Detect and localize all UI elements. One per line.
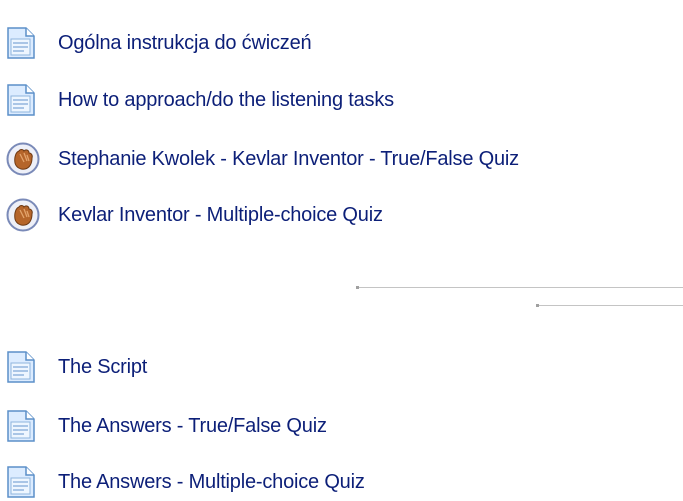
activity-answers-true-false[interactable]: The Answers - True/False Quiz — [6, 406, 327, 446]
activity-link[interactable]: The Script — [58, 356, 147, 379]
activity-answers-multiple-choice[interactable]: The Answers - Multiple-choice Quiz — [6, 462, 365, 501]
resource-page-icon — [6, 80, 58, 120]
activity-link[interactable]: The Answers - True/False Quiz — [58, 415, 327, 438]
activity-instructions[interactable]: Ogólna instrukcja do ćwiczeń — [6, 23, 312, 63]
hot-potatoes-quiz-icon — [6, 139, 58, 179]
activity-true-false-quiz[interactable]: Stephanie Kwolek - Kevlar Inventor - Tru… — [6, 139, 519, 179]
activity-listening-guide[interactable]: How to approach/do the listening tasks — [6, 80, 394, 120]
activity-multiple-choice-quiz[interactable]: Kevlar Inventor - Multiple-choice Quiz — [6, 195, 383, 235]
section-divider — [356, 286, 683, 289]
activity-link[interactable]: How to approach/do the listening tasks — [58, 89, 394, 112]
activity-script[interactable]: The Script — [6, 347, 147, 387]
resource-page-icon — [6, 406, 58, 446]
hot-potatoes-quiz-icon — [6, 195, 58, 235]
activity-link[interactable]: Ogólna instrukcja do ćwiczeń — [58, 32, 312, 55]
activity-link[interactable]: Stephanie Kwolek - Kevlar Inventor - Tru… — [58, 148, 519, 171]
section-divider — [536, 304, 683, 307]
activity-link[interactable]: Kevlar Inventor - Multiple-choice Quiz — [58, 204, 383, 227]
resource-page-icon — [6, 23, 58, 63]
resource-page-icon — [6, 347, 58, 387]
activity-link[interactable]: The Answers - Multiple-choice Quiz — [58, 471, 365, 494]
resource-page-icon — [6, 462, 58, 501]
